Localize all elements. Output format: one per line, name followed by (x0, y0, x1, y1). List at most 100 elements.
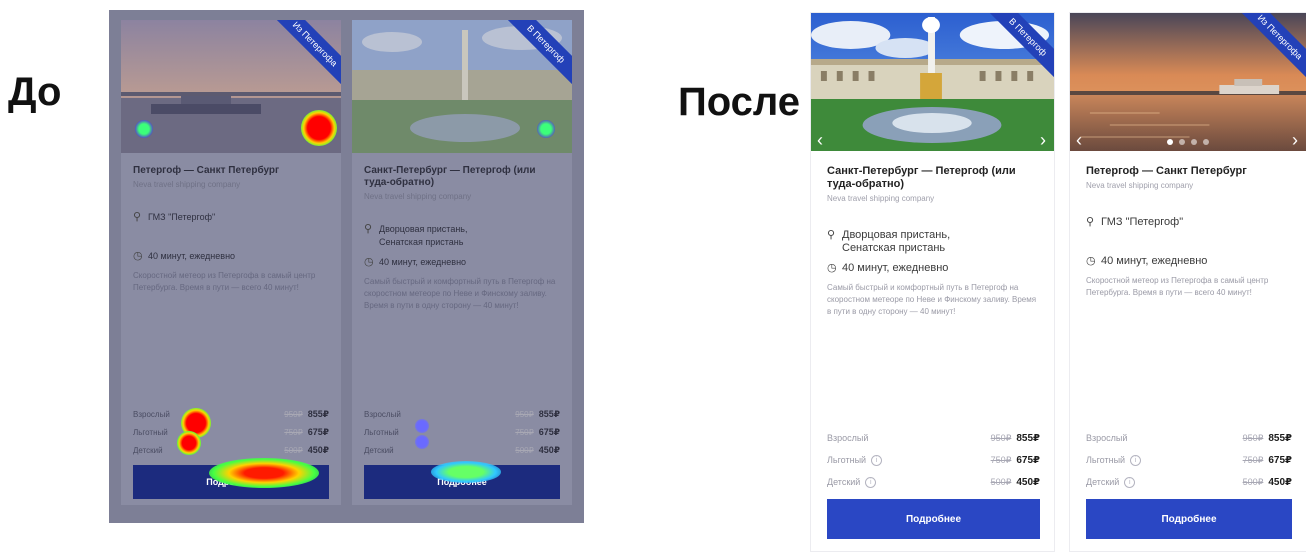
carousel-dot[interactable] (1179, 139, 1185, 145)
info-icon[interactable]: i (865, 476, 877, 488)
heatmap-hotspot (177, 431, 201, 455)
new-price: 675₽ (1268, 454, 1292, 466)
tour-title: Петергоф — Санкт Петербург (1086, 165, 1247, 177)
heatmap-hotspot (135, 120, 153, 138)
old-price: 950₽ (990, 432, 1012, 443)
carousel-next-arrow[interactable]: › (1040, 129, 1046, 151)
tour-photo-sunset: Из Петергофа ‹ › (1070, 13, 1306, 151)
tour-photo-fountain: В Петергоф ‹ › (811, 13, 1054, 151)
old-price: 750₽ (990, 454, 1012, 465)
carousel-next-arrow[interactable]: › (1292, 129, 1298, 151)
carousel-prev-arrow[interactable]: ‹ (817, 129, 823, 151)
clock-icon: ◷ (827, 262, 837, 274)
tour-card-from-peterhof[interactable]: Из Петергофа ‹ › Петергоф — Санкт Петерб… (1069, 12, 1306, 552)
carousel-dot[interactable] (1191, 139, 1197, 145)
price-name: Льготный (364, 427, 399, 437)
new-price: 675₽ (1016, 454, 1040, 466)
new-price: 450₽ (1268, 476, 1292, 488)
tour-card-to-peterhof[interactable]: В Петергоф ‹ › Санкт-Петербург — Петерго… (810, 12, 1055, 552)
tour-title: Санкт-Петербург — Петергоф (или туда-обр… (827, 165, 1016, 190)
tour-company: Neva travel shipping company (1086, 181, 1194, 190)
price-name: Льготный (827, 455, 867, 465)
info-icon[interactable]: i (1124, 476, 1136, 488)
price-name: Льготный (1086, 455, 1126, 465)
carousel-prev-arrow[interactable]: ‹ (1076, 129, 1082, 151)
price-list: Взрослый 950₽ 855₽ Льготный i 750₽ 675₽ Детск… (827, 427, 1040, 493)
new-price: 855₽ (1268, 432, 1292, 444)
heatmap-hotspot (209, 458, 319, 488)
tour-title: Петергоф — Санкт Петербург (133, 165, 280, 176)
new-price: 450₽ (307, 444, 329, 455)
new-price: 450₽ (1016, 476, 1040, 488)
price-name: Взрослый (1086, 433, 1128, 443)
price-name: Детский (827, 477, 861, 487)
carousel-dot[interactable] (1203, 139, 1209, 145)
clock-icon: ◷ (1086, 255, 1096, 267)
new-price: 675₽ (307, 426, 329, 437)
price-name: Детский (364, 445, 394, 455)
heatmap-hotspot (537, 120, 555, 138)
clock-icon: ◷ (133, 250, 143, 262)
heatmap-hotspot (301, 110, 337, 146)
price-list: Взрослый 950₽ 855₽ Льготный 750₽ 675₽ Детски… (133, 405, 329, 459)
heatmap-hotspot (431, 461, 501, 483)
before-label: До (8, 70, 62, 114)
tour-company: Neva travel shipping company (364, 192, 472, 201)
info-icon[interactable]: i (871, 454, 883, 466)
old-price: 750₽ (284, 427, 303, 437)
old-price: 750₽ (1242, 454, 1264, 465)
tour-place: ГМЗ "Петергоф" (1101, 216, 1184, 228)
tour-duration: 40 минут, ежедневно (842, 262, 949, 274)
details-button[interactable]: Подробнее (1086, 499, 1292, 539)
price-name: Детский (133, 445, 163, 455)
new-price: 855₽ (1016, 432, 1040, 444)
carousel-dot[interactable] (1167, 139, 1173, 145)
location-pin-icon: ⚲ (1086, 216, 1095, 228)
old-price: 500₽ (515, 445, 534, 455)
new-price: 855₽ (307, 408, 329, 419)
heatmap-panel: Из Петергофа Петергоф — Санкт Петербург … (109, 10, 584, 523)
clock-icon: ◷ (364, 256, 374, 268)
tour-company: Neva travel shipping company (133, 180, 241, 189)
tour-duration: 40 минут, ежедневно (148, 251, 236, 261)
tour-duration: 40 минут, ежедневно (379, 257, 467, 267)
old-price: 750₽ (515, 427, 534, 437)
old-price: 500₽ (990, 476, 1012, 487)
heatmap-hotspot (415, 419, 429, 433)
new-price: 675₽ (538, 426, 560, 437)
old-price: 500₽ (1242, 476, 1264, 487)
tour-place: Дворцовая пристань, (842, 229, 951, 241)
carousel-dots (1070, 139, 1306, 145)
old-price: 950₽ (515, 409, 534, 419)
tour-title: Санкт-Петербург — Петергоф (или туда-обр… (364, 165, 536, 188)
tour-description: Самый быстрый и комфортный путь в Петерг… (827, 283, 1037, 316)
details-button[interactable]: Подробнее (827, 499, 1040, 539)
info-icon[interactable]: i (1130, 454, 1142, 466)
price-list: Взрослый 950₽ 855₽ Льготный i 750₽ 675₽ Детск… (1086, 427, 1292, 493)
tour-description: Скоростной метеор из Петергофа в самый ц… (1086, 276, 1269, 297)
location-pin-icon: ⚲ (133, 211, 142, 223)
old-price: 500₽ (284, 445, 303, 455)
new-price: 450₽ (538, 444, 560, 455)
tour-place-2: Сенатская пристань (842, 242, 946, 254)
old-price: 950₽ (1242, 432, 1264, 443)
location-pin-icon: ⚲ (827, 229, 836, 241)
old-price: 950₽ (284, 409, 303, 419)
new-price: 855₽ (538, 408, 560, 419)
tour-company: Neva travel shipping company (827, 194, 935, 203)
tour-place: Дворцовая пристань, (379, 224, 468, 234)
tour-place: ГМЗ "Петергоф" (148, 212, 216, 222)
tour-card-to-peterhof[interactable]: В Петергоф Санкт-Петербург — Петергоф (и… (352, 20, 572, 505)
price-name: Детский (1086, 477, 1120, 487)
location-pin-icon: ⚲ (364, 223, 373, 235)
heatmap-hotspot (415, 435, 429, 449)
tour-description: Скоростной метеор из Петергофа в самый ц… (133, 271, 316, 292)
price-list: Взрослый 950₽ 855₽ Льготный 750₽ 675₽ Детски… (364, 405, 560, 459)
tour-description: Самый быстрый и комфортный путь в Петерг… (364, 277, 556, 310)
price-name: Взрослый (364, 409, 401, 419)
tour-duration: 40 минут, ежедневно (1101, 255, 1208, 267)
tour-card-from-peterhof[interactable]: Из Петергофа Петергоф — Санкт Петербург … (121, 20, 341, 505)
after-label: После (678, 80, 801, 124)
tour-place-2: Сенатская пристань (379, 237, 464, 247)
price-name: Взрослый (827, 433, 869, 443)
